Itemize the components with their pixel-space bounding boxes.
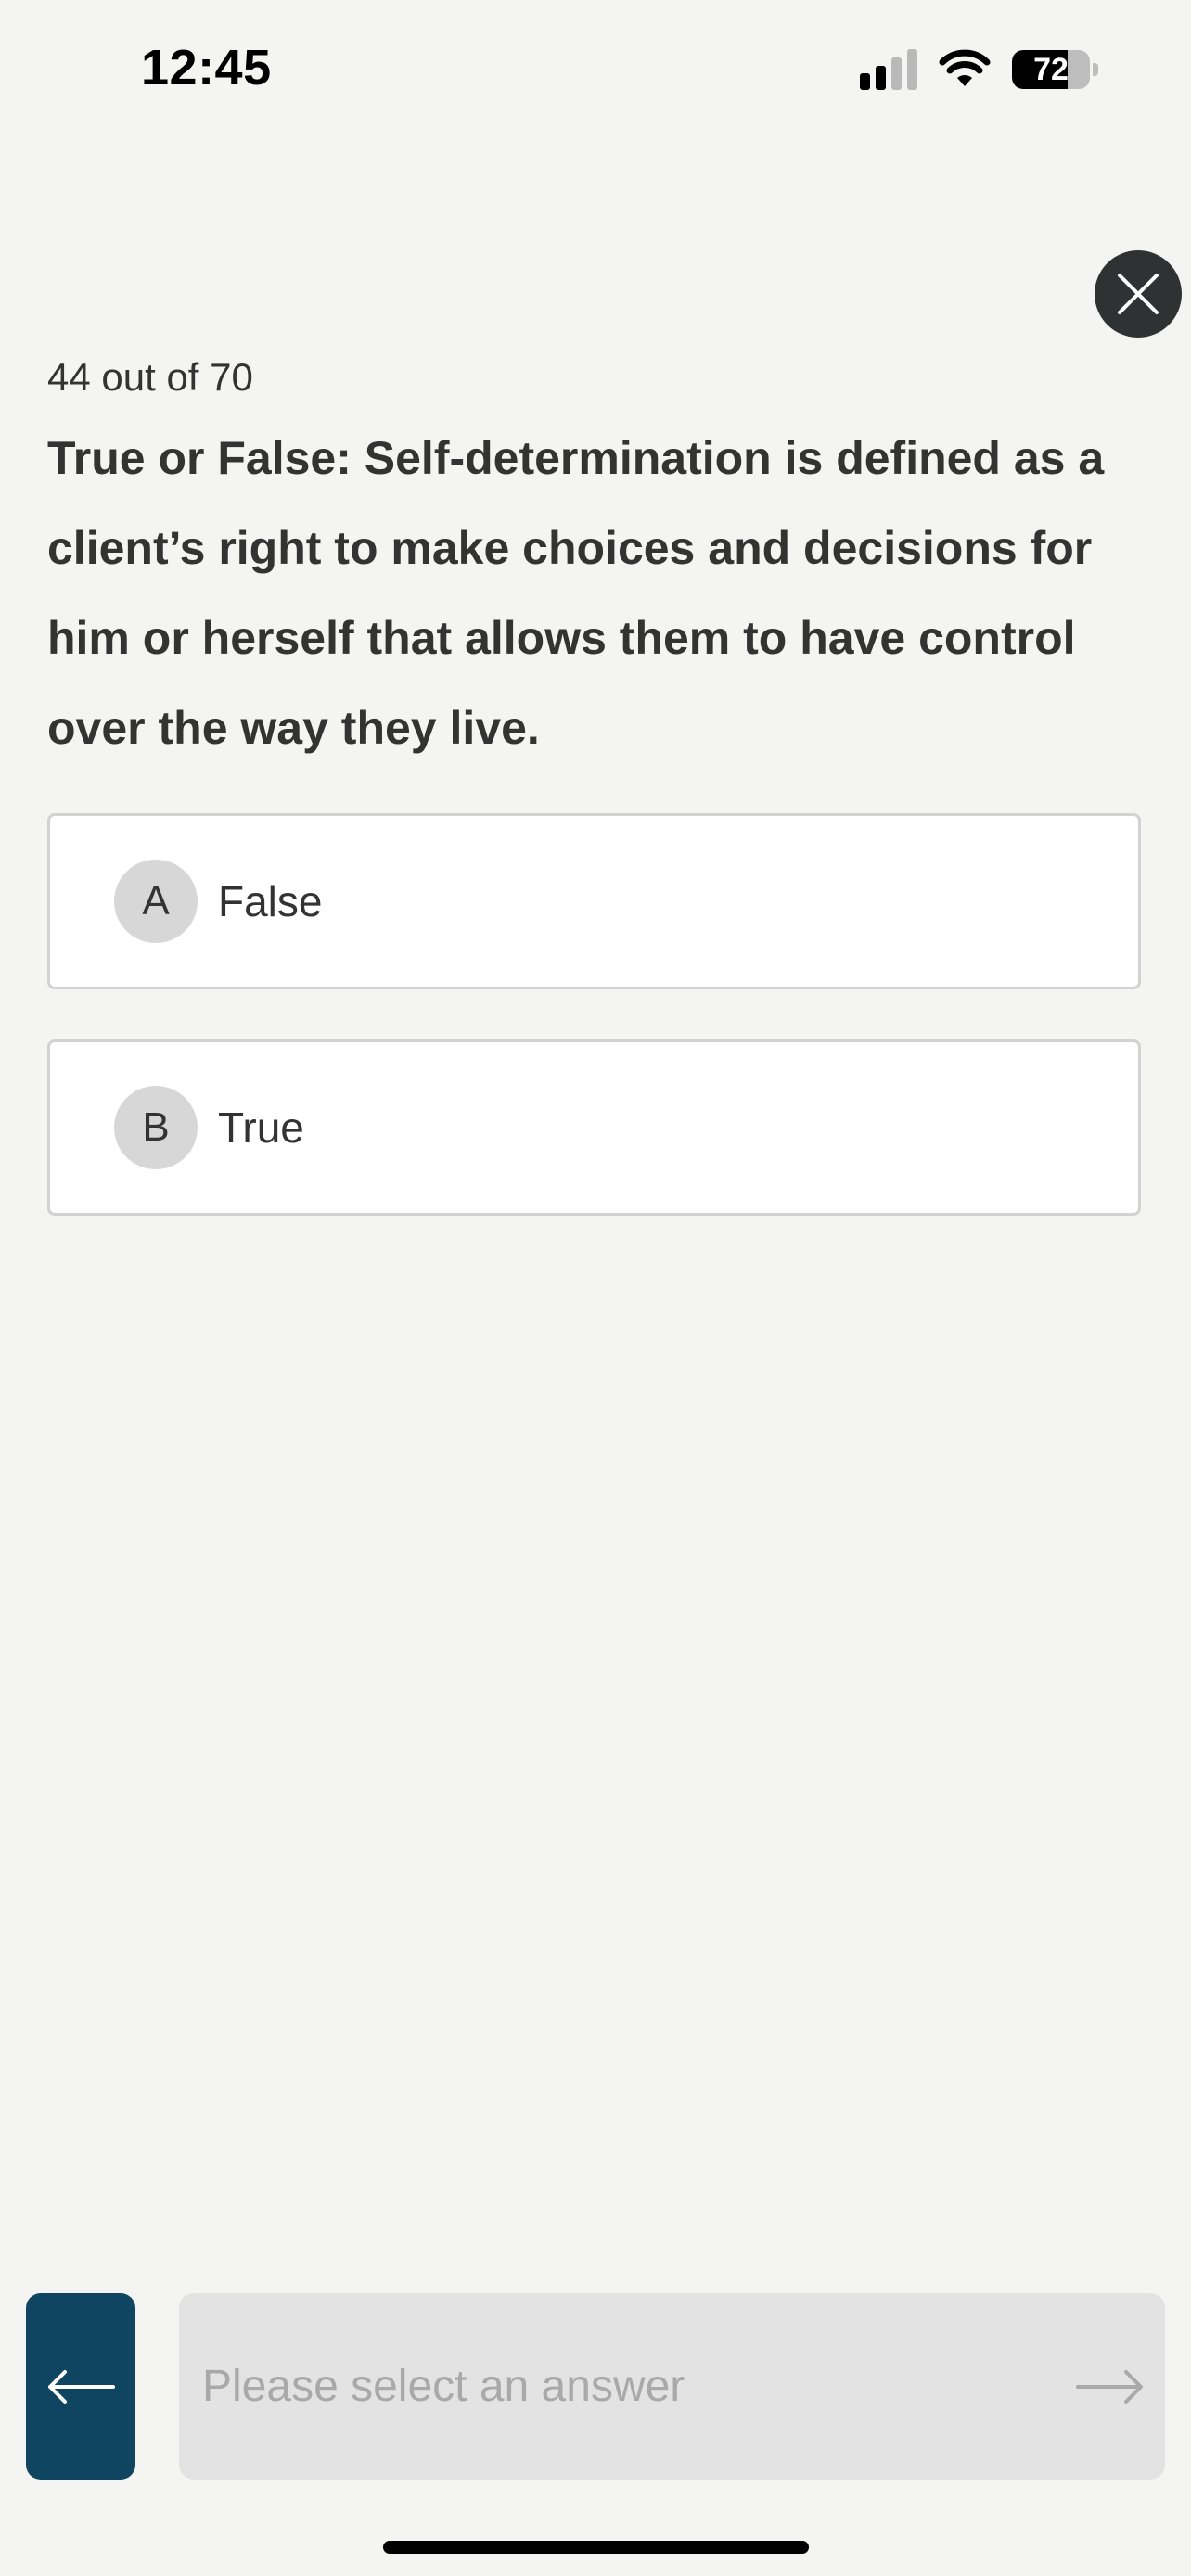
answer-option-b[interactable]: B True	[47, 1039, 1141, 1216]
close-button[interactable]	[1095, 250, 1182, 338]
next-button-label: Please select an answer	[202, 2362, 685, 2411]
option-label: False	[218, 877, 323, 925]
back-button[interactable]	[26, 2293, 135, 2480]
question-text: True or False: Self-determination is def…	[47, 432, 1105, 754]
battery-icon: 72	[1012, 50, 1098, 89]
cellular-signal-icon	[860, 49, 917, 90]
battery-percentage: 72	[1033, 51, 1069, 87]
close-icon	[1118, 274, 1159, 314]
option-label: True	[218, 1103, 304, 1152]
option-letter-badge: B	[114, 1086, 198, 1169]
next-button[interactable]: Please select an answer	[179, 2293, 1165, 2480]
arrow-left-icon	[48, 2369, 115, 2404]
wifi-icon	[939, 49, 991, 86]
arrow-right-icon	[1076, 2369, 1143, 2404]
option-letter-badge: A	[114, 860, 198, 943]
status-time: 12:45	[141, 40, 272, 96]
home-indicator[interactable]	[383, 2541, 809, 2554]
answer-option-a[interactable]: A False	[47, 813, 1141, 989]
question-progress: 44 out of 70	[47, 355, 253, 399]
status-icons: 72	[860, 46, 1098, 93]
